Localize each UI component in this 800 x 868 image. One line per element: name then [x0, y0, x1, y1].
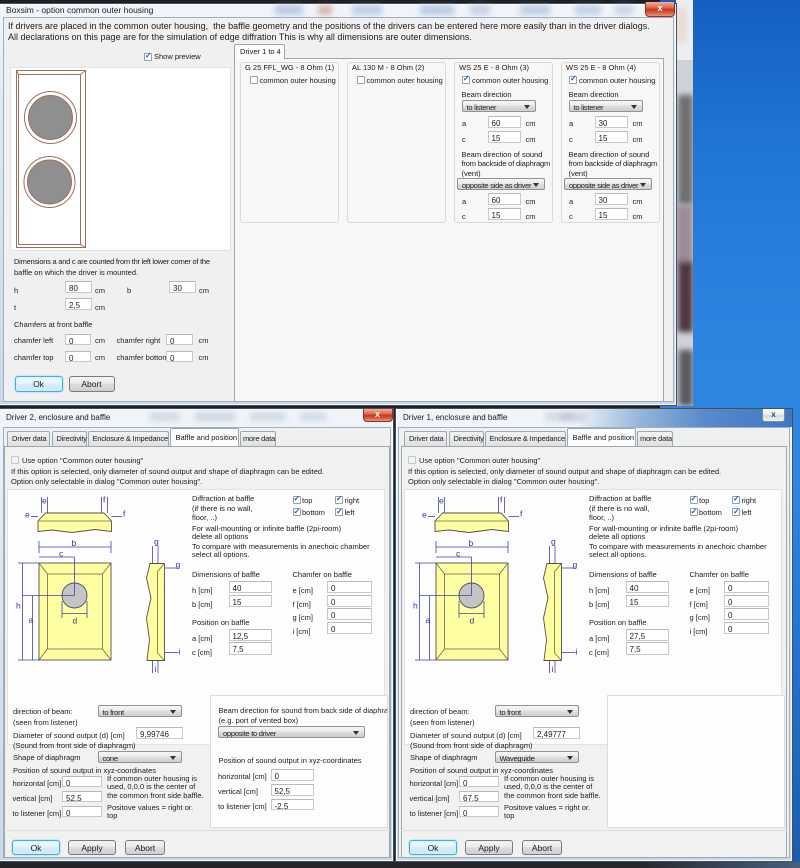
svg-text:e: e — [439, 496, 444, 506]
svg-text:g: g — [154, 537, 159, 547]
svg-text:a: a — [426, 615, 431, 625]
svg-text:d: d — [470, 616, 475, 626]
svg-text:f: f — [520, 509, 523, 519]
svg-text:i: i — [552, 664, 554, 674]
svg-text:e: e — [42, 496, 47, 506]
svg-text:e: e — [25, 510, 30, 520]
svg-text:d: d — [73, 616, 78, 626]
svg-text:g: g — [176, 560, 181, 570]
svg-text:f: f — [500, 495, 503, 505]
svg-text:b: b — [72, 538, 77, 548]
svg-text:b: b — [469, 538, 474, 548]
svg-text:h: h — [16, 601, 21, 611]
svg-text:h: h — [413, 601, 418, 611]
svg-text:i: i — [155, 664, 157, 674]
svg-text:e: e — [422, 510, 427, 520]
svg-text:g: g — [573, 560, 578, 570]
svg-text:a: a — [29, 615, 34, 625]
svg-text:f: f — [123, 509, 126, 519]
svg-text:i: i — [576, 647, 578, 657]
svg-text:g: g — [551, 537, 556, 547]
svg-text:i: i — [179, 647, 181, 657]
svg-text:f: f — [103, 495, 106, 505]
